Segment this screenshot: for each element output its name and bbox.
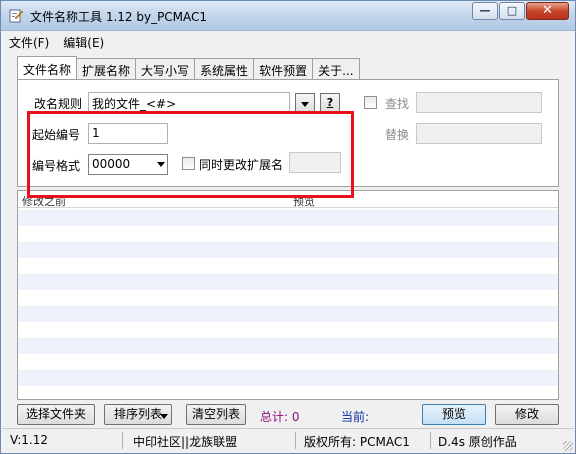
status-divider <box>122 432 123 449</box>
total-count: 总计: 0 <box>260 410 300 424</box>
chevron-down-icon <box>160 414 168 419</box>
modify-button[interactable]: 修改 <box>495 404 559 425</box>
resize-grip[interactable] <box>563 441 573 451</box>
sync-extension-checkbox[interactable] <box>182 157 195 170</box>
tab-presets[interactable]: 软件预置 <box>253 58 314 79</box>
app-window: 文件名称工具 1.12 by_PCMAC1 — □ ✕ 文件(F) 编辑(E) … <box>0 0 576 454</box>
rule-label: 改名规则 <box>34 97 83 111</box>
maximize-button[interactable]: □ <box>499 2 525 20</box>
menu-bar: 文件(F) 编辑(E) <box>2 32 574 52</box>
table-row[interactable] <box>18 210 558 226</box>
table-row[interactable] <box>18 242 558 258</box>
chevron-down-icon <box>301 102 309 107</box>
select-folder-button[interactable]: 选择文件夹 <box>17 404 95 425</box>
number-format-select[interactable]: 00000 <box>88 154 168 175</box>
app-icon <box>9 9 24 23</box>
window-title: 文件名称工具 1.12 by_PCMAC1 <box>30 10 208 24</box>
table-row[interactable] <box>18 274 558 290</box>
rule-dropdown-button[interactable] <box>295 93 315 113</box>
minimize-button[interactable]: — <box>472 2 498 20</box>
sort-list-button[interactable]: 排序列表 <box>104 404 172 425</box>
rule-input[interactable]: 我的文件_<#> <box>88 92 290 113</box>
table-row[interactable] <box>18 386 558 399</box>
table-row[interactable] <box>18 322 558 338</box>
column-before[interactable]: 修改之前 <box>22 193 66 209</box>
list-header: 修改之前 预览 <box>18 191 558 208</box>
status-version: V:1.12 <box>10 433 48 447</box>
column-preview[interactable]: 预览 <box>293 193 315 209</box>
status-divider <box>295 432 296 449</box>
tab-extension[interactable]: 扩展名称 <box>76 58 137 79</box>
status-community: 中印社区||龙族联盟 <box>133 435 238 449</box>
number-format-value: 00000 <box>92 157 131 171</box>
table-row[interactable] <box>18 226 558 242</box>
menu-file[interactable]: 文件(F) <box>2 32 56 52</box>
tab-system-attributes[interactable]: 系统属性 <box>194 58 255 79</box>
table-row[interactable] <box>18 354 558 370</box>
list-rows <box>18 210 558 399</box>
status-divider <box>430 432 431 449</box>
replace-label: 替换 <box>385 128 410 142</box>
replace-input[interactable] <box>416 123 542 144</box>
status-copyright: 版权所有: PCMAC1 <box>304 435 410 449</box>
sync-extension-label: 同时更改扩展名 <box>199 158 284 172</box>
find-label: 查找 <box>385 97 410 111</box>
title-bar[interactable]: 文件名称工具 1.12 by_PCMAC1 — □ ✕ <box>1 1 575 31</box>
close-button[interactable]: ✕ <box>526 2 569 20</box>
status-bar: V:1.12 中印社区||龙族联盟 版权所有: PCMAC1 D.4s 原创作品 <box>2 428 574 452</box>
table-row[interactable] <box>18 370 558 386</box>
help-button[interactable]: ? <box>320 93 340 113</box>
close-icon: ✕ <box>542 3 553 18</box>
menu-edit[interactable]: 编辑(E) <box>56 32 111 52</box>
table-row[interactable] <box>18 338 558 354</box>
number-format-label: 编号格式 <box>32 159 81 173</box>
table-row[interactable] <box>18 258 558 274</box>
tab-strip: 文件名称 扩展名称 大写小写 系统属性 软件预置 关于... <box>17 56 360 79</box>
current-label: 当前: <box>341 410 370 424</box>
maximize-icon: □ <box>506 4 518 17</box>
chevron-down-icon <box>157 162 165 167</box>
table-row[interactable] <box>18 306 558 322</box>
preview-button[interactable]: 预览 <box>422 404 486 425</box>
minimize-icon: — <box>479 4 491 17</box>
file-list[interactable]: 修改之前 预览 <box>17 190 559 400</box>
start-number-label: 起始编号 <box>32 128 81 142</box>
start-number-input[interactable]: 1 <box>88 123 168 144</box>
tab-case[interactable]: 大写小写 <box>135 58 196 79</box>
find-checkbox[interactable] <box>364 96 377 109</box>
sort-list-label: 排序列表 <box>113 407 162 421</box>
find-input[interactable] <box>416 92 542 113</box>
tab-panel-file-name: 改名规则 我的文件_<#> ? 查找 替换 起始编号 1 编号格式 00000 … <box>17 79 559 187</box>
extension-input[interactable] <box>289 152 341 173</box>
clear-list-button[interactable]: 清空列表 <box>186 404 246 425</box>
table-row[interactable] <box>18 290 558 306</box>
tab-file-name[interactable]: 文件名称 <box>17 56 78 79</box>
tab-about[interactable]: 关于... <box>312 58 360 79</box>
status-credit: D.4s 原创作品 <box>438 435 517 449</box>
